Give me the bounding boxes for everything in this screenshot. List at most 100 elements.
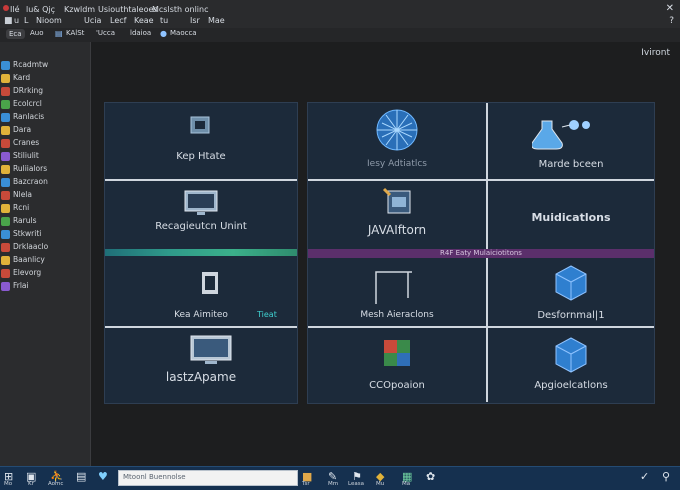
document-icon [190,116,210,134]
menu-item-file[interactable]: Ilé [10,5,20,14]
cube-map-icon [384,340,410,366]
sidebar-item[interactable]: Frlai [0,281,90,293]
sidebar-item-label: Drklaaclo [13,242,49,251]
menu2-item-4[interactable]: Ucia [84,16,101,25]
folder-icon [1,178,10,187]
sidebar-item[interactable]: Rcni [0,203,90,215]
menu-item-5[interactable]: Mcslsth onlinc [152,5,209,14]
taskbar-label: Kr [28,481,34,487]
tile-desform[interactable]: Desfornmal|1 [488,258,654,326]
menu2-item-7[interactable]: tu [160,16,168,25]
tile-java[interactable]: JAVAIftorn [308,181,486,249]
gear-icon[interactable]: ✿ [426,470,435,483]
tile-java-label: JAVAIftorn [367,223,427,237]
taskbar: ⊞ Mo ▣ Kr ⛹ Aomc ▤ ♥ Mtoonl Buennolse ■ … [0,466,680,490]
sidebar-item[interactable]: Ecolcrcl [0,99,90,111]
sidebar-item[interactable]: DRrking [0,86,90,98]
display-icon [190,335,232,364]
heart-icon[interactable]: ♥ [98,470,108,483]
tile-multi-label: Muidicatlons [531,211,611,224]
tab-4[interactable]: 'Ucca [96,29,115,37]
sidebar-item[interactable]: Baanlicy [0,255,90,267]
tile-marde[interactable]: Marde bceen [488,103,654,179]
sidebar-item[interactable]: Nlela [0,190,90,202]
tab-2[interactable]: Auo [30,29,44,37]
flask-icon [532,120,590,150]
tile-keep[interactable]: Kep Htate [105,103,297,179]
taskbar-label: Mo [4,481,13,487]
menu2-item-2[interactable]: L [24,16,28,25]
close-icon[interactable]: ✕ [666,3,674,14]
menu2-item-5[interactable]: Lecf [110,16,126,25]
teal-strip [105,249,297,256]
sidebar: Rcadmtw Kard DRrking Ecolcrcl Ranlacis D… [0,42,91,466]
search-input[interactable]: Mtoonl Buennolse [118,470,298,486]
folder-icon [1,152,10,161]
sidebar-item[interactable]: Stiliulit [0,151,90,163]
menu-item-3[interactable]: Kzwldm [64,5,95,14]
app-icon[interactable]: ▤ [76,470,86,483]
sidebar-item-label: Stkwriti [13,229,42,238]
menu2-item-9[interactable]: Mae [208,16,225,25]
checkmark-icon[interactable]: ✓ [640,470,649,483]
tile-mesh-label: Mesh Aieraclons [360,310,434,320]
folder-icon [1,74,10,83]
taskbar-label: Tsr [302,481,310,487]
sidebar-item[interactable]: Stkwriti [0,229,90,241]
sidebar-item[interactable]: Ruliialors [0,164,90,176]
tile-recognition-label: Recagieutcn Unint [155,221,247,232]
folder-icon [1,61,10,70]
tab-1[interactable]: Eca [6,29,25,39]
tab-3[interactable]: KAlSt [66,29,84,37]
network-globe-icon [376,109,418,151]
menu2-item-1[interactable]: u [14,16,19,25]
tile-easy[interactable]: Iesy Adtiatlcs [308,103,486,179]
sidebar-item[interactable]: Ranlacis [0,112,90,124]
corner-label: Iviront [641,48,670,58]
tile-multi[interactable]: Muidicatlons [488,181,654,249]
tile-mesh[interactable]: Mesh Aieraclons [308,258,486,326]
tile-desform-label: Desfornmal|1 [537,310,605,321]
taskbar-label: Mu [376,481,385,487]
tile-recognition[interactable]: Recagieutcn Unint [105,181,297,247]
folder-icon [1,87,10,96]
left-panel: Kep Htate Recagieutcn Unint Kea Aimiteo … [104,102,298,404]
folder-icon [1,243,10,252]
folder-icon [1,100,10,109]
folder-icon [1,113,10,122]
tile-ccop-label: CCOpoaion [369,380,425,391]
tile-kea[interactable]: Kea Aimiteo Tieat [105,256,297,326]
help-icon[interactable]: ? [669,16,674,26]
menu-item-4[interactable]: Usiouthtaleoes [98,5,158,14]
sidebar-item[interactable]: Drklaaclo [0,242,90,254]
java-icon [382,187,411,214]
sidebar-item[interactable]: Bazcraon [0,177,90,189]
menu2-item-6[interactable]: Keae [134,16,154,25]
sidebar-item-label: Cranes [13,138,40,147]
menu2-item-3[interactable]: Nioom [36,16,62,25]
tile-ccop[interactable]: CCOpoaion [308,328,486,402]
sidebar-item-label: Ecolcrcl [13,99,42,108]
tile-app[interactable]: Apgioelcatlons [488,328,654,402]
location-icon[interactable]: ⚲ [662,470,670,483]
menu-item-2[interactable]: lu& Qjç [26,5,55,14]
sidebar-item[interactable]: Raruls [0,216,90,228]
tab-5[interactable]: ldaioa [130,29,151,37]
search-placeholder: Mtoonl Buennolse [123,473,186,481]
taskbar-label: Mm [328,481,339,487]
sidebar-item[interactable]: Cranes [0,138,90,150]
folder-icon [1,217,10,226]
tab-6[interactable]: Maocca [170,29,197,37]
sidebar-item[interactable]: Rcadmtw [0,60,90,72]
sidebar-item[interactable]: Elevorg [0,268,90,280]
cube-icon [555,265,587,301]
sidebar-item-label: Dara [13,125,32,134]
tile-lastz-label: lastzApame [165,370,237,384]
sidebar-item[interactable]: Kard [0,73,90,85]
tab-globe-icon: ● [160,29,167,38]
sidebar-item[interactable]: Dara [0,125,90,137]
sidebar-item-label: Elevorg [13,268,42,277]
tile-lastz[interactable]: lastzApame [105,328,297,402]
menu2-item-8[interactable]: Isr [190,16,200,25]
sidebar-item-label: Baanlicy [13,255,45,264]
